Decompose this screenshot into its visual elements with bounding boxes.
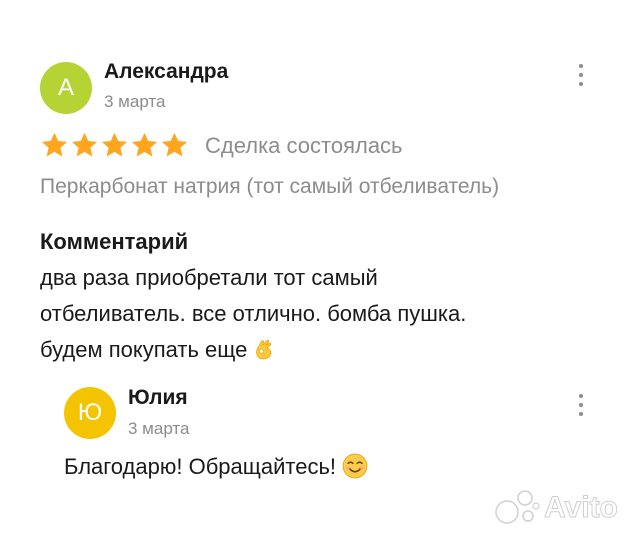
star-icon: [131, 132, 158, 157]
reply-text: Благодарю! Обращайтесь!: [64, 453, 368, 480]
item-title[interactable]: Перкарбонат натрия (тот самый отбеливате…: [40, 175, 499, 199]
review-author-name[interactable]: Александра: [104, 60, 228, 84]
star-icon: [71, 132, 98, 157]
review-author-avatar[interactable]: А: [40, 62, 92, 114]
avito-wordmark: Avito: [544, 491, 619, 525]
comment-line: отбеливатель. все отлично. бомба пушка.: [40, 301, 467, 326]
avatar-letter: Ю: [77, 399, 103, 426]
star-icon: [101, 132, 128, 157]
reply-author-name[interactable]: Юлия: [128, 386, 188, 410]
reply-more-options-icon[interactable]: [571, 392, 591, 418]
star-icon: [161, 132, 188, 157]
reply-author-avatar[interactable]: Ю: [64, 387, 116, 439]
review-more-options-icon[interactable]: [571, 62, 591, 88]
avito-dots-icon: [495, 490, 540, 524]
comment-text: два раза приобретали тот самый отбеливат…: [40, 260, 560, 368]
star-icon: [41, 132, 68, 157]
avito-watermark-logo: Avito: [494, 488, 618, 528]
avatar-letter: А: [57, 74, 74, 101]
smiling-face-emoji-icon: [342, 453, 368, 479]
review-date: 3 марта: [104, 92, 166, 111]
rating-stars: [40, 131, 189, 159]
ok-hand-emoji-icon: [256, 339, 272, 360]
comment-heading: Комментарий: [40, 229, 189, 254]
deal-status: Сделка состоялась: [205, 133, 403, 158]
comment-line: два раза приобретали тот самый: [40, 265, 378, 290]
comment-line: будем покупать еще: [40, 332, 560, 368]
reply-date: 3 марта: [128, 419, 190, 438]
